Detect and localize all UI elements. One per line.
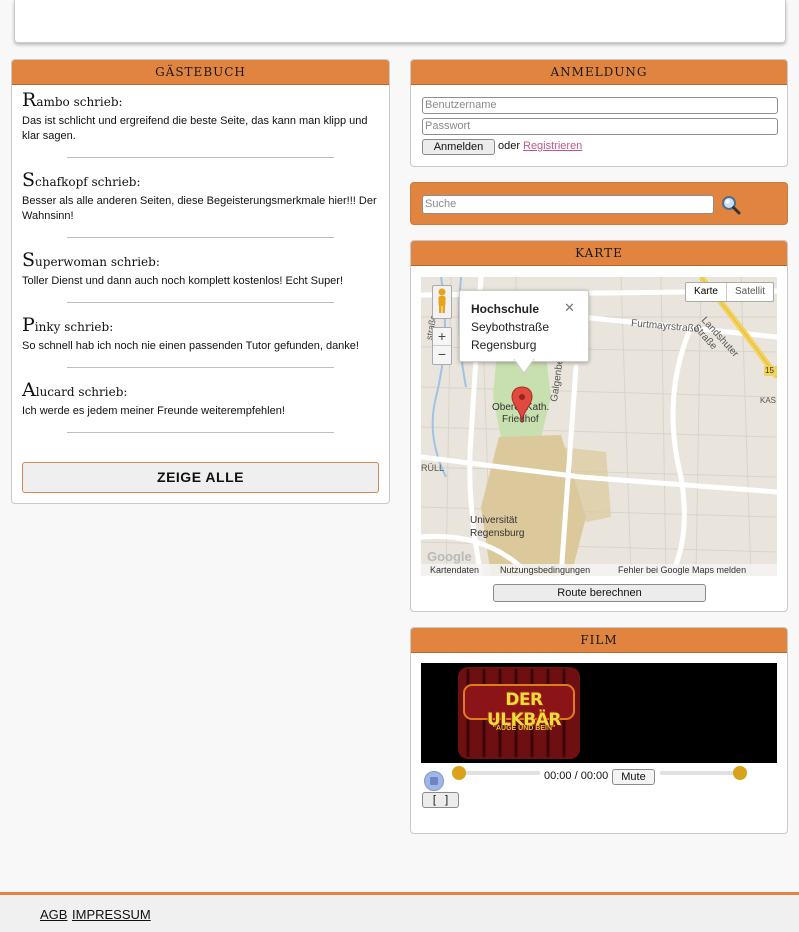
login-title: ANMELDUNG [411, 60, 787, 85]
entry-text: So schnell hab ich noch nie einen passen… [22, 340, 359, 352]
entry-text: Das ist schlicht und ergreifend die best… [22, 115, 368, 142]
register-link[interactable]: Registrieren [523, 140, 582, 152]
entry-author: Rambo schrieb: [22, 89, 123, 111]
map-label: RÜLL [421, 463, 445, 473]
route-button[interactable]: Route berechnen [493, 584, 706, 602]
map-type-control: Karte Satellit [685, 282, 774, 302]
map-type-karte[interactable]: Karte [686, 283, 727, 301]
map-title: KARTE [411, 241, 787, 266]
attribution-item[interactable]: Kartendaten [430, 564, 479, 576]
film-panel: FILM DER ULKBÄR "AUGE UND BEIN" 00:00 / … [410, 627, 788, 834]
footer-link-impressum[interactable]: IMPRESSUM [72, 907, 151, 922]
map-label: 15 [765, 366, 774, 375]
guestbook-entry: Alucard schrieb: Ich werde es jedem mein… [22, 381, 379, 433]
video-logo-text: DER ULKBÄR [486, 690, 562, 730]
time-display: 00:00 / 00:00 [544, 770, 609, 782]
play-icon [430, 777, 438, 785]
progress-knob[interactable] [452, 766, 466, 780]
info-window-tail [514, 359, 534, 374]
zoom-out-button[interactable]: − [433, 346, 451, 363]
guestbook-title: GÄSTEBUCH [12, 60, 389, 85]
login-button[interactable]: Anmelden [422, 139, 495, 155]
entry-divider [67, 432, 334, 433]
progress-slider[interactable] [452, 766, 540, 780]
pegman-icon [438, 288, 446, 313]
or-text: oder [498, 140, 521, 152]
zoom-control: + − [432, 327, 452, 365]
video-logo-subtitle: "AUGE UND BEIN" [492, 725, 556, 732]
entry-divider [67, 302, 334, 303]
entry-text: Besser als alle anderen Seiten, diese Be… [22, 195, 377, 222]
map-label: KAS [760, 396, 777, 405]
footer-link-agb[interactable]: AGB [40, 907, 67, 922]
map-label: Regensburg [470, 528, 525, 539]
map-info-window: Hochschule Seybothstraße Regensburg ✕ [459, 290, 589, 362]
search-panel: Suche [410, 182, 788, 225]
username-field[interactable]: Benutzername [422, 97, 778, 114]
close-icon[interactable]: ✕ [564, 300, 575, 316]
entry-author: Alucard schrieb: [22, 379, 128, 401]
map-type-satellit[interactable]: Satellit [727, 283, 773, 301]
guestbook-entry: Rambo schrieb: Das ist schlicht und ergr… [22, 91, 379, 158]
film-title: FILM [411, 628, 787, 653]
show-all-button[interactable]: ZEIGE ALLE [22, 462, 379, 493]
attribution-item[interactable]: Fehler bei Google Maps melden [618, 564, 746, 576]
guestbook-entry: Superwoman schrieb: Toller Dienst und da… [22, 251, 379, 303]
password-field[interactable]: Passwort [422, 118, 778, 135]
info-line: Seybothstraße [471, 320, 550, 334]
attribution-item[interactable]: Nutzungsbedingungen [500, 564, 590, 576]
login-panel: ANMELDUNG Benutzername Passwort Anmelden… [410, 59, 788, 167]
guestbook-entry: Pinky schrieb: So schnell hab ich noch n… [22, 316, 379, 368]
search-input[interactable]: Suche [422, 195, 714, 214]
footer: AGB IMPRESSUM [0, 892, 799, 932]
map-attribution: Kartendaten Nutzungsbedingungen Fehler b… [421, 564, 777, 576]
guestbook-entries: Rambo schrieb: Das ist schlicht und ergr… [12, 85, 389, 433]
pegman-control[interactable] [432, 285, 452, 319]
entry-divider [67, 157, 334, 158]
google-map[interactable]: Furtmayrstraße Landshuter Straße Galgenb… [421, 277, 777, 576]
guestbook-entry: Schafkopf schrieb: Besser als alle ander… [22, 171, 379, 238]
top-banner [14, 0, 786, 43]
map-label: Universität [470, 515, 518, 526]
entry-author: Superwoman schrieb: [22, 249, 160, 271]
entry-text: Toller Dienst und dann auch noch komplet… [22, 275, 344, 287]
volume-slider[interactable] [660, 766, 747, 780]
entry-text: Ich werde es jedem meiner Freunde weiter… [22, 405, 285, 417]
entry-divider [67, 237, 334, 238]
video-player[interactable]: DER ULKBÄR "AUGE UND BEIN" [421, 663, 777, 763]
map-marker-icon[interactable] [511, 386, 533, 424]
mute-button[interactable]: Mute [612, 769, 655, 785]
entry-divider [67, 367, 334, 368]
volume-knob[interactable] [733, 766, 747, 780]
info-title: Hochschule [471, 302, 540, 316]
map-panel: KARTE Furtmayrstraße Landshuter Straße O… [410, 240, 788, 612]
info-line: Regensburg [471, 338, 537, 352]
fullscreen-button[interactable]: [ ] [422, 792, 459, 808]
play-button[interactable] [424, 771, 444, 791]
zoom-in-button[interactable]: + [433, 328, 451, 346]
entry-author: Schafkopf schrieb: [22, 169, 141, 191]
guestbook-panel: GÄSTEBUCH Rambo schrieb: Das ist schlich… [11, 59, 390, 504]
entry-author: Pinky schrieb: [22, 314, 114, 336]
google-logo: Google [427, 549, 472, 564]
magnifier-icon [722, 196, 741, 215]
search-button[interactable] [721, 195, 741, 215]
